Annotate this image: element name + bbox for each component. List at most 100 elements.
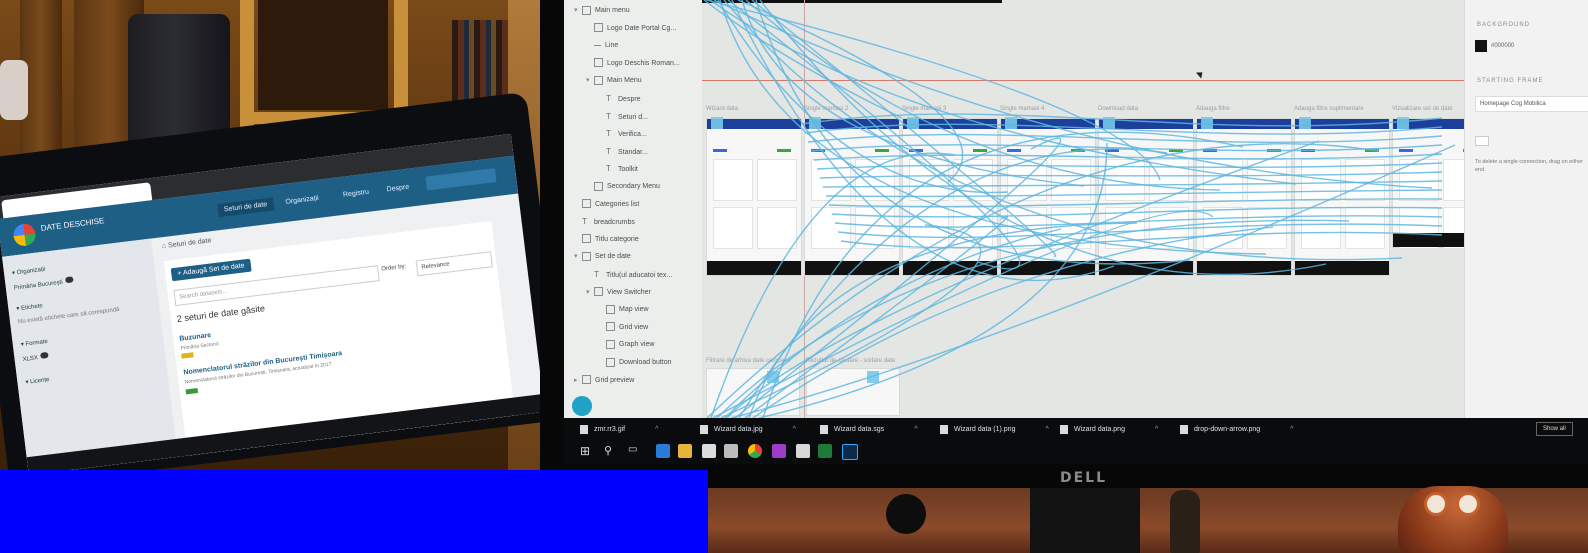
chevron-up-icon[interactable]: ^	[1290, 426, 1293, 433]
expand-caret-icon[interactable]: ▾	[586, 74, 594, 88]
chevron-up-icon[interactable]: ^	[1045, 426, 1048, 433]
layer-label: Secondary Menu	[607, 183, 660, 190]
design-canvas[interactable]: Wizard data Single mamasi 2 Single mamasi …	[702, 0, 1483, 418]
breadcrumb[interactable]: ⌂ Seturi de date	[162, 237, 212, 250]
layer-row[interactable]: ▸ Grid preview	[564, 374, 712, 388]
layer-row[interactable]: Logo Date Portal Cg...	[564, 22, 724, 36]
store-icon[interactable]	[702, 444, 716, 458]
file-icon	[580, 424, 588, 434]
download-item[interactable]: Wizard data.sgs ^	[820, 422, 917, 438]
download-filename: Wizard data.png	[1074, 426, 1125, 433]
prototype-link[interactable]	[837, 223, 1443, 239]
layer-row[interactable]: Line	[564, 39, 724, 53]
mail-icon[interactable]	[724, 444, 738, 458]
download-bar: zmr.rr3.gif ^ Wizard data.jpg ^ Wizard data.…	[564, 418, 1588, 440]
add-dataset-button[interactable]: + Adaugă Set de date	[170, 258, 252, 282]
facet-heading[interactable]: ▾ Licențe	[25, 363, 155, 386]
layer-label: Titlu(ul aducatoi tex...	[606, 271, 673, 279]
show-all-button[interactable]: Show all	[1536, 422, 1573, 436]
layer-row[interactable]: ▾ Main Menu	[564, 74, 724, 88]
result-title[interactable]: Buzunare	[179, 332, 212, 343]
layer-row[interactable]: Categories list	[564, 198, 712, 212]
count-badge	[65, 276, 74, 284]
layer-label: View Switcher	[607, 288, 651, 296]
app-icon[interactable]	[796, 444, 810, 458]
frame-layer-icon	[594, 58, 603, 68]
expand-caret-icon[interactable]: ▸	[574, 374, 582, 388]
layer-row[interactable]: ▾ Set de date	[564, 250, 712, 264]
app-icon[interactable]	[772, 444, 786, 458]
search-icon[interactable]: ⚲	[604, 444, 618, 458]
download-item[interactable]: Wizard data.jpg ^	[700, 422, 796, 438]
prototype-link[interactable]	[724, 228, 1062, 418]
file-explorer-icon[interactable]	[678, 444, 692, 458]
excel-icon[interactable]	[818, 444, 832, 458]
expand-caret-icon[interactable]: ▾	[586, 286, 594, 300]
layer-row[interactable]: Secondary Menu	[564, 180, 724, 194]
monitor-screen: ▾ Main menu Logo Date Portal Cg... Line Logo…	[564, 0, 1588, 418]
prototype-link[interactable]	[730, 144, 1456, 418]
nav-about[interactable]: Despre	[380, 180, 416, 197]
windows-start-icon[interactable]: ⊞	[580, 444, 594, 458]
frame-layer-icon	[582, 234, 591, 244]
layer-row[interactable]: Logo Deschis Roman...	[564, 57, 724, 71]
layer-row[interactable]: ▾ View Switcher	[564, 286, 724, 300]
edge-icon[interactable]	[656, 444, 670, 458]
nav-organizations[interactable]: Organizații	[279, 191, 326, 209]
layer-label: Main menu	[595, 7, 630, 14]
text-layer-icon: T	[594, 270, 599, 279]
layer-label: Graph view	[619, 341, 655, 349]
chevron-up-icon[interactable]: ^	[793, 426, 796, 433]
format-tag	[181, 352, 194, 359]
layer-row[interactable]: ▾ Main menu	[564, 4, 712, 18]
add-icon[interactable]	[572, 396, 592, 416]
download-item[interactable]: drop-down-arrow.png ^	[1180, 422, 1293, 438]
frame-layer-icon	[606, 322, 615, 332]
prototype-link[interactable]	[710, 152, 956, 418]
prototype-link[interactable]	[828, 198, 1443, 208]
prototype-link[interactable]	[819, 171, 1443, 179]
layer-row[interactable]: Titlu categorie	[564, 233, 712, 247]
prototype-link[interactable]	[720, 224, 982, 418]
background-color-value[interactable]: #000000	[1491, 43, 1514, 49]
frame-layer-icon	[594, 76, 603, 86]
prototype-link[interactable]	[801, 113, 1443, 127]
expand-caret-icon[interactable]: ▾	[574, 4, 582, 18]
task-view-icon[interactable]: ▭	[628, 444, 642, 458]
layer-label: Set de date	[595, 253, 631, 261]
nav-registry[interactable]: Registru	[336, 185, 375, 203]
checkbox[interactable]	[1475, 136, 1489, 146]
download-item[interactable]: Wizard data (1).png ^	[940, 422, 1049, 438]
layer-label: Verifica...	[618, 131, 647, 139]
prototype-link[interactable]	[840, 231, 1443, 249]
prototype-link[interactable]	[717, 0, 1009, 194]
taskbar: zmr.rr3.gif ^ Wizard data.jpg ^ Wizard data.…	[564, 418, 1588, 464]
layer-label: Main Menu	[607, 77, 642, 85]
layers-panel: ▾ Main menu Logo Date Portal Cg... Line Logo…	[564, 0, 703, 418]
download-item[interactable]: zmr.rr3.gif ^	[580, 422, 658, 438]
layer-label: Logo Deschis Roman...	[607, 59, 680, 67]
header-search-input[interactable]	[425, 168, 497, 191]
sort-select[interactable]: Relevance	[415, 251, 493, 277]
file-icon	[700, 424, 708, 434]
prototype-link[interactable]	[825, 189, 1443, 198]
file-icon	[1060, 424, 1068, 434]
expand-caret-icon[interactable]: ▾	[574, 250, 582, 264]
chevron-up-icon[interactable]: ^	[914, 426, 917, 433]
photoshop-icon[interactable]	[842, 444, 858, 460]
nav-datasets[interactable]: Seturi de date	[217, 197, 274, 218]
chrome-icon[interactable]	[748, 444, 762, 458]
text-layer-icon: T	[606, 164, 611, 174]
layer-row[interactable]: Tbreadcrumbs	[564, 215, 712, 229]
chevron-up-icon[interactable]: ^	[655, 426, 658, 433]
layer-row[interactable]: T Titlu(ul aducatoi tex...	[564, 268, 724, 282]
starting-frame-select[interactable]: Homepage Cog Mobilica	[1475, 96, 1588, 112]
site-logo-icon[interactable]	[12, 222, 37, 248]
download-item[interactable]: Wizard data.png ^	[1060, 422, 1158, 438]
chevron-up-icon[interactable]: ^	[1155, 426, 1158, 433]
frame-layer-icon	[594, 23, 603, 33]
prototype-link[interactable]	[758, 142, 1108, 418]
prototype-link[interactable]	[734, 137, 1062, 418]
background-color-swatch[interactable]	[1475, 40, 1487, 52]
prototype-link[interactable]	[751, 0, 1057, 257]
